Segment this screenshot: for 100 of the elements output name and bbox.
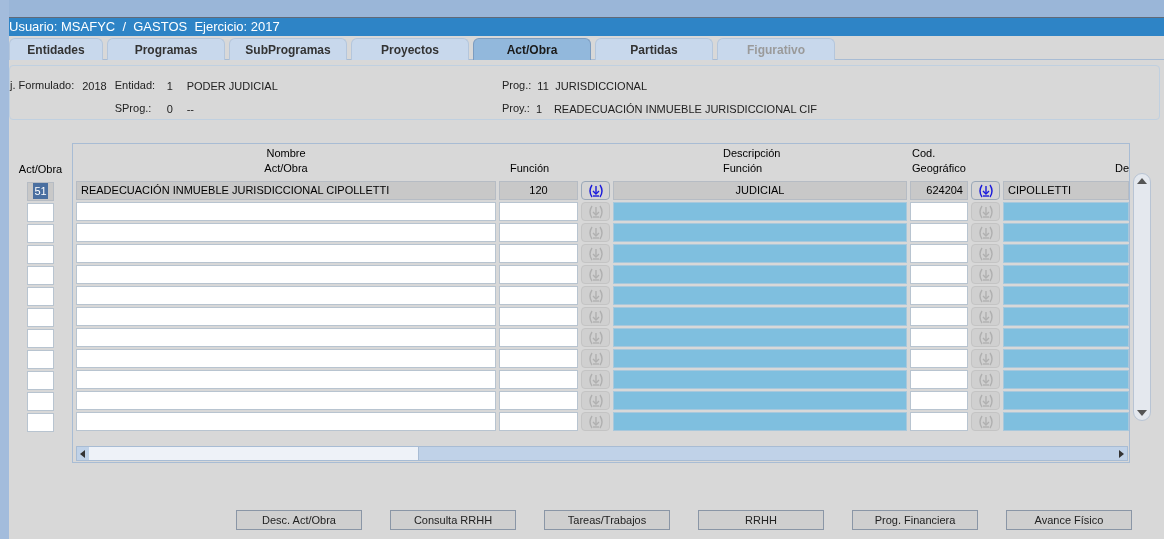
name-field[interactable] [76,265,496,284]
geo-code-field[interactable] [910,349,968,368]
function-field[interactable] [499,349,578,368]
function-field[interactable] [499,412,578,431]
geo-code-field[interactable] [910,265,968,284]
function-description-field[interactable] [613,307,907,326]
location-field[interactable] [1003,412,1129,431]
location-field[interactable] [1003,202,1129,221]
download-icon [586,288,605,303]
function-description-field[interactable]: JUDICIAL [613,181,907,200]
action-button[interactable]: Tareas/Trabajos [544,510,670,530]
name-field[interactable] [76,286,496,305]
download-icon [586,183,605,198]
function-description-field[interactable] [613,223,907,242]
function-description-field[interactable] [613,328,907,347]
location-field[interactable]: CIPOLLETTI [1003,181,1129,200]
act-field[interactable]: 51 [27,181,54,201]
tab[interactable]: SubProgramas [229,38,347,60]
location-field[interactable] [1003,328,1129,347]
function-description-field[interactable] [613,265,907,284]
geo-code-field[interactable] [910,202,968,221]
function-description-field[interactable] [613,412,907,431]
geo-code-field[interactable] [910,307,968,326]
tab[interactable]: Proyectos [351,38,469,60]
location-field[interactable] [1003,244,1129,263]
name-field[interactable] [76,391,496,410]
act-field[interactable] [27,244,54,264]
tab[interactable]: Entidades [9,38,103,60]
tab[interactable]: Act/Obra [473,38,591,60]
act-field[interactable] [27,391,54,411]
function-field[interactable] [499,307,578,326]
geo-code-field[interactable] [910,223,968,242]
geo-code-field[interactable]: 624204 [910,181,968,200]
geo-code-field[interactable] [910,244,968,263]
list-button[interactable] [971,181,1000,200]
function-field[interactable] [499,223,578,242]
name-field[interactable] [76,370,496,389]
scroll-up-icon[interactable] [1137,178,1147,184]
download-icon [586,246,605,261]
location-field[interactable] [1003,391,1129,410]
function-field[interactable] [499,328,578,347]
function-description-field[interactable] [613,286,907,305]
function-field[interactable] [499,391,578,410]
tab[interactable]: Partidas [595,38,713,60]
name-field[interactable] [76,244,496,263]
act-field[interactable] [27,412,54,432]
function-field[interactable] [499,202,578,221]
function-description-field[interactable] [613,244,907,263]
location-field[interactable] [1003,370,1129,389]
name-field[interactable]: READECUACIÓN INMUEBLE JURISDICCIONAL CIPOLLETTI [76,181,496,200]
act-field[interactable] [27,286,54,306]
function-description-field[interactable] [613,370,907,389]
location-field[interactable] [1003,286,1129,305]
function-field[interactable] [499,265,578,284]
function-description-field[interactable] [613,202,907,221]
list-button[interactable] [581,181,610,200]
function-field[interactable] [499,244,578,263]
name-field[interactable] [76,223,496,242]
act-field[interactable] [27,307,54,327]
geo-code-field[interactable] [910,391,968,410]
function-description-field[interactable] [613,391,907,410]
location-field[interactable] [1003,349,1129,368]
name-field[interactable] [76,349,496,368]
column-header: Geográfico [912,161,967,176]
action-button[interactable]: Consulta RRHH [390,510,516,530]
horizontal-scrollbar[interactable] [76,446,1128,461]
act-field[interactable] [27,370,54,390]
action-button[interactable]: RRHH [698,510,824,530]
act-field[interactable] [27,223,54,243]
function-field[interactable]: 120 [499,181,578,200]
geo-code-field[interactable] [910,370,968,389]
name-field[interactable] [76,307,496,326]
column-header: Función [510,161,551,176]
act-field[interactable] [27,265,54,285]
scroll-down-icon[interactable] [1137,410,1147,416]
name-field[interactable] [76,328,496,347]
name-field[interactable] [76,202,496,221]
scroll-thumb[interactable] [89,447,419,460]
act-field[interactable] [27,328,54,348]
tab[interactable]: Programas [107,38,225,60]
location-field[interactable] [1003,265,1129,284]
act-field[interactable] [27,349,54,369]
action-button[interactable]: Desc. Act/Obra [236,510,362,530]
action-button[interactable]: Avance Físico [1006,510,1132,530]
name-field[interactable] [76,412,496,431]
function-field[interactable] [499,286,578,305]
column-header: Cod. [912,146,937,161]
act-field[interactable] [27,202,54,222]
geo-code-field[interactable] [910,412,968,431]
function-field[interactable] [499,370,578,389]
download-icon [976,393,995,408]
action-button[interactable]: Prog. Financiera [852,510,978,530]
function-description-field[interactable] [613,349,907,368]
geo-code-field[interactable] [910,286,968,305]
location-field[interactable] [1003,223,1129,242]
geo-code-field[interactable] [910,328,968,347]
download-icon [976,372,995,387]
location-field[interactable] [1003,307,1129,326]
entity-label: Entidad: [114,78,157,93]
vertical-scrollbar[interactable] [1133,173,1151,421]
